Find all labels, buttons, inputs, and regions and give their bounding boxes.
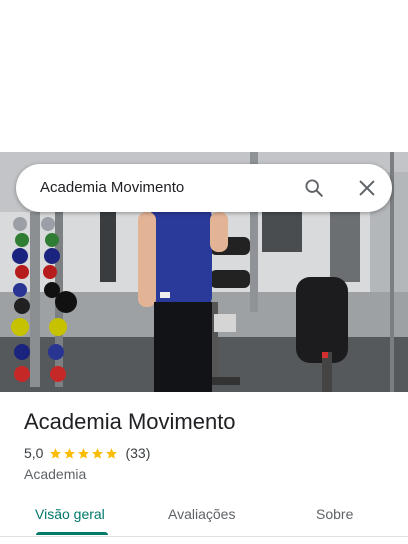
divider <box>0 536 408 537</box>
tab-overview[interactable]: Visão geral <box>35 504 105 524</box>
star-icon <box>106 447 118 459</box>
review-count[interactable]: (33) <box>125 445 150 461</box>
search-input[interactable]: Academia Movimento <box>40 179 184 197</box>
star-icon <box>92 447 104 459</box>
close-icon[interactable] <box>356 177 378 199</box>
star-rating <box>49 447 119 460</box>
tab-about[interactable]: Sobre <box>316 504 353 524</box>
tab-bar: Visão geral Avaliações Sobre <box>0 494 408 536</box>
tab-reviews[interactable]: Avaliações <box>168 504 235 524</box>
place-title: Academia Movimento <box>24 409 236 434</box>
star-icon <box>78 447 90 459</box>
star-icon <box>50 447 62 459</box>
active-tab-indicator <box>36 532 108 535</box>
place-category[interactable]: Academia <box>24 465 86 483</box>
search-box[interactable]: Academia Movimento <box>16 164 392 212</box>
star-icon <box>64 447 76 459</box>
rating-value: 5,0 <box>24 445 44 461</box>
rating-row[interactable]: 5,0 (33) <box>24 443 150 463</box>
search-icon[interactable] <box>303 177 325 199</box>
